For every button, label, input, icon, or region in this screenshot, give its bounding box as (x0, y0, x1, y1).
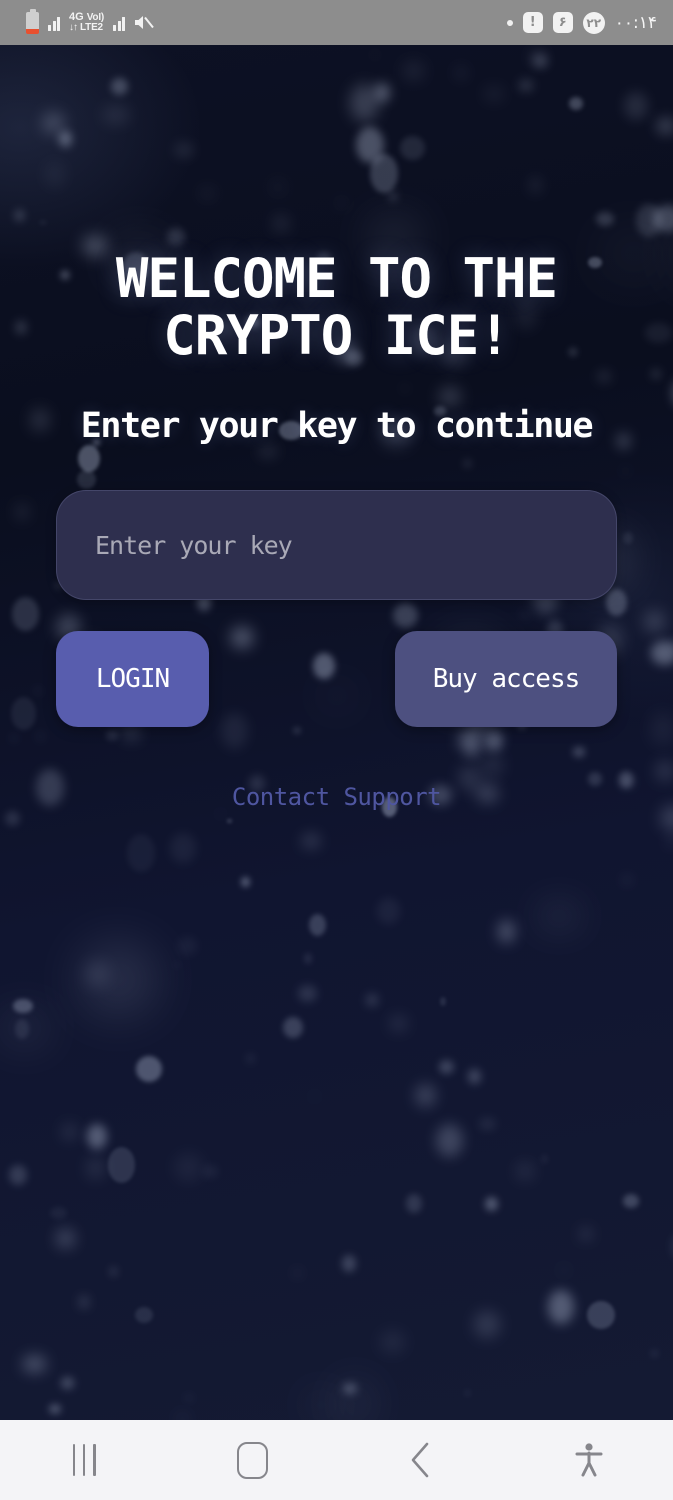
volume-muted-icon (134, 14, 154, 31)
alert-badge: ! (522, 12, 543, 33)
login-button[interactable]: LOGIN (56, 631, 209, 728)
page-subtitle: Enter your key to continue (80, 406, 594, 447)
accessibility-button[interactable] (505, 1420, 673, 1500)
login-screen-content: WELCOME TO THE CRYPTO ICE! Enter your ke… (0, 45, 673, 1420)
back-chevron-icon (408, 1441, 434, 1479)
home-icon (236, 1441, 268, 1479)
home-button[interactable] (168, 1420, 336, 1500)
recents-button[interactable] (0, 1420, 168, 1500)
app-background: WELCOME TO THE CRYPTO ICE! Enter your ke… (0, 45, 673, 1420)
signal-bars-icon-1 (48, 15, 60, 31)
recents-icon (72, 1444, 96, 1476)
dot-icon (506, 19, 513, 26)
accessibility-person-icon (574, 1442, 604, 1478)
count-badge-twentytwo: ۲۲ (582, 11, 605, 34)
status-bar-clock: ۰۰:۱۴ (614, 12, 657, 33)
network-sub-label: LTE2 (80, 22, 103, 33)
network-indicator: 4G VoI) ↓↑ LTE2 (69, 12, 104, 33)
status-bar-left: 4G VoI) ↓↑ LTE2 (26, 8, 154, 34)
key-input[interactable] (56, 490, 617, 601)
count-badge-six: ۶ (552, 12, 573, 33)
android-nav-bar (0, 1420, 673, 1500)
phone-screen: 4G VoI) ↓↑ LTE2 ! ۶ ۲۲ ۰۰:۱۴ WELCOME TO … (0, 0, 673, 1500)
battery-low-icon (26, 8, 39, 34)
signal-bars-icon-2 (113, 15, 126, 31)
voice-label: VoI) (86, 11, 105, 23)
data-arrows-icon: ↓↑ (69, 22, 78, 33)
buy-access-button[interactable]: Buy access (395, 631, 617, 728)
status-bar-right: ! ۶ ۲۲ ۰۰:۱۴ (506, 11, 657, 34)
page-title: WELCOME TO THE CRYPTO ICE! (115, 247, 558, 368)
contact-support-link[interactable]: Contact Support (232, 783, 442, 811)
action-button-row: LOGIN Buy access (56, 631, 617, 728)
status-bar: 4G VoI) ↓↑ LTE2 ! ۶ ۲۲ ۰۰:۱۴ (0, 0, 673, 45)
back-button[interactable] (337, 1420, 505, 1500)
